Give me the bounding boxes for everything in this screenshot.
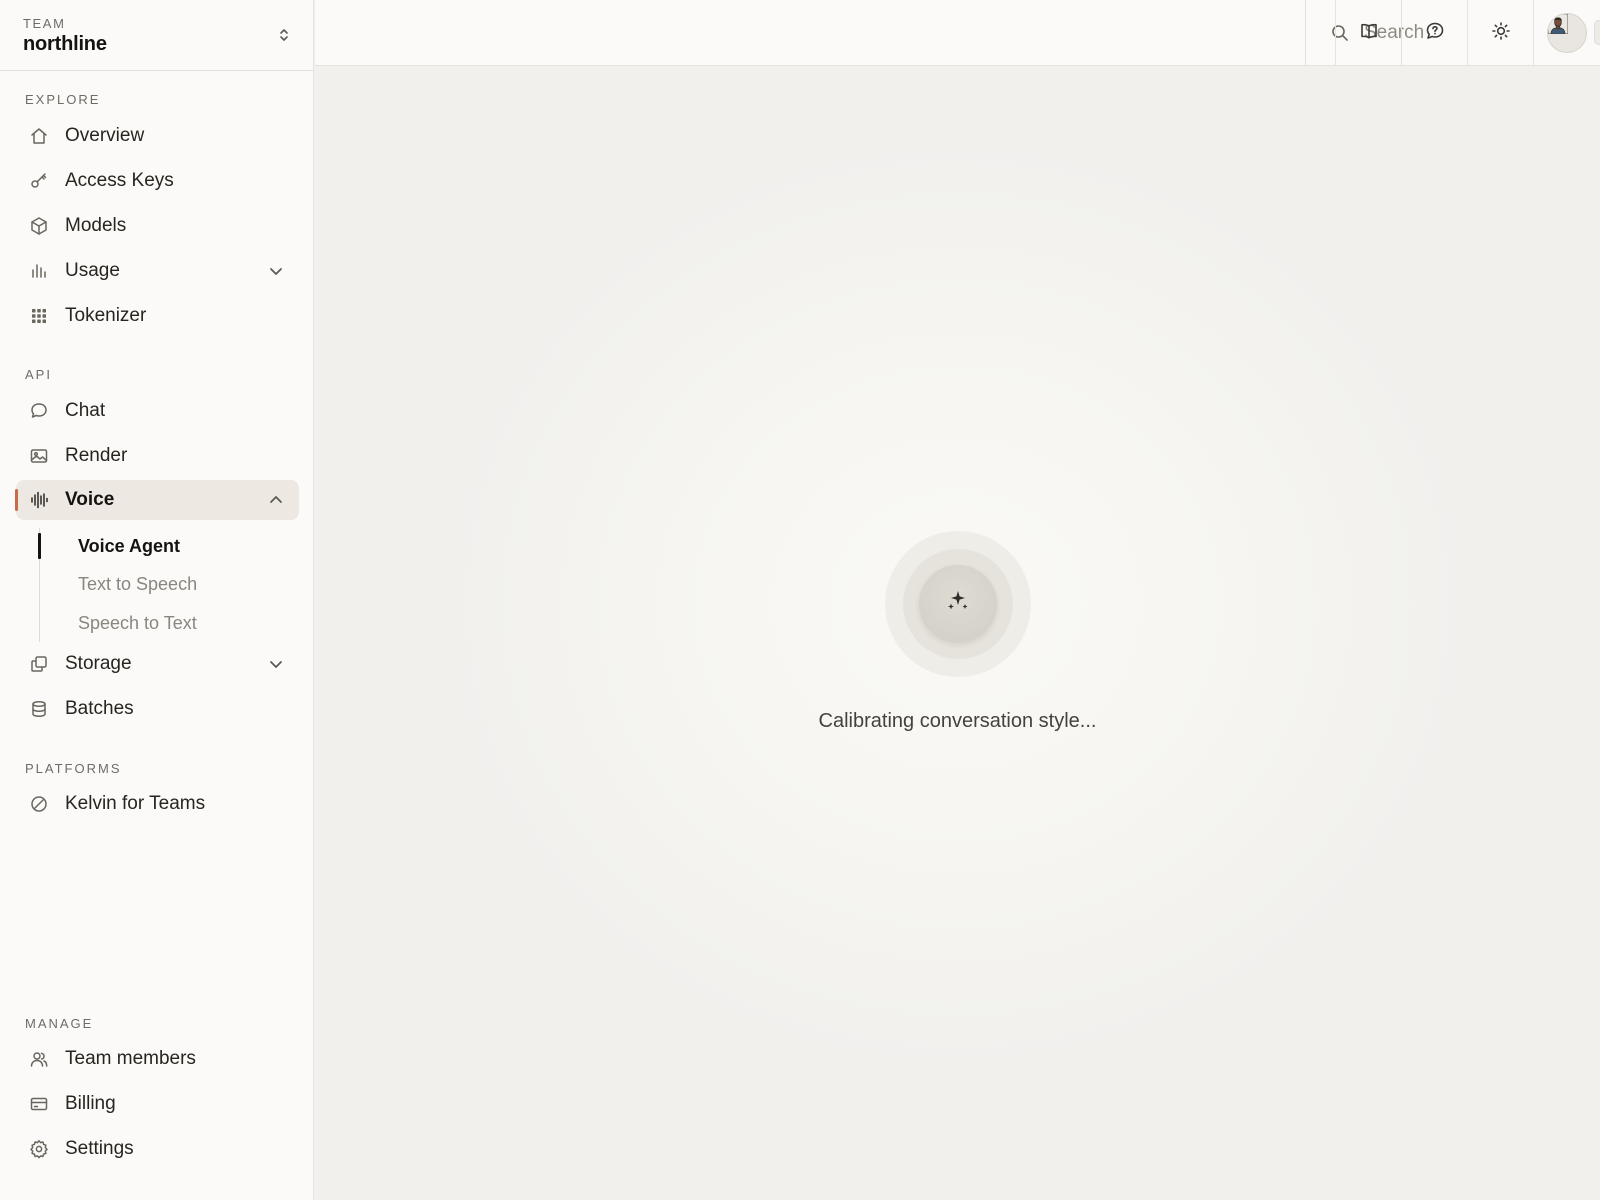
sidebar-item-render[interactable]: Render [16, 436, 299, 476]
book-icon [1359, 21, 1379, 46]
submenu-item-speech-to-text[interactable]: Speech to Text [78, 613, 197, 634]
sidebar-item-models[interactable]: Models [16, 206, 299, 246]
team-name: northline [23, 33, 107, 55]
main-content: Calibrating conversation style... [315, 66, 1600, 1200]
sidebar-item-label: Batches [65, 698, 134, 719]
sidebar-item-label: Usage [65, 260, 120, 281]
image-icon [29, 446, 49, 466]
chat-bubble-icon [29, 401, 49, 421]
help-button[interactable] [1401, 0, 1467, 66]
grid-icon [29, 306, 49, 326]
sidebar: TEAM northline EXPLORE Overview Access K… [0, 0, 314, 1200]
submenu-active-indicator [38, 533, 41, 559]
sun-icon [1491, 21, 1511, 46]
theme-toggle-button[interactable] [1467, 0, 1533, 66]
chevron-up-down-icon[interactable] [277, 26, 291, 44]
help-chat-icon [1425, 21, 1445, 46]
voice-orb-ring [903, 549, 1013, 659]
sidebar-item-chat[interactable]: Chat [16, 391, 299, 431]
sidebar-item-label: Kelvin for Teams [65, 793, 206, 814]
copy-stack-icon [29, 654, 49, 674]
sidebar-item-team-members[interactable]: Team members [16, 1039, 299, 1079]
chevron-down-icon[interactable] [267, 262, 285, 280]
sidebar-item-overview[interactable]: Overview [16, 116, 299, 156]
voice-orb-core [919, 565, 997, 643]
sidebar-item-label: Settings [65, 1138, 134, 1159]
sidebar-item-storage[interactable]: Storage [16, 644, 299, 684]
chevron-up-icon[interactable] [267, 491, 285, 509]
home-icon [29, 126, 49, 146]
database-icon [29, 699, 49, 719]
team-switcher[interactable]: TEAM northline [0, 0, 313, 71]
sidebar-item-tokenizer[interactable]: Tokenizer [16, 296, 299, 336]
topbar: ⌘K [315, 0, 1600, 66]
key-icon [29, 171, 49, 191]
credit-card-icon [29, 1094, 49, 1114]
section-manage: MANAGE [25, 1016, 94, 1031]
sidebar-item-label: Chat [65, 400, 106, 421]
team-label: TEAM [23, 16, 66, 31]
sidebar-item-label: Team members [65, 1048, 196, 1069]
avatar [1546, 13, 1587, 53]
waveform-icon [29, 490, 49, 510]
voice-orb [885, 531, 1031, 677]
docs-button[interactable] [1335, 0, 1401, 66]
sidebar-item-kelvin-for-teams[interactable]: Kelvin for Teams [16, 784, 299, 824]
sidebar-item-label: Storage [65, 653, 132, 674]
section-explore: EXPLORE [25, 92, 101, 107]
chevron-down-icon[interactable] [267, 655, 285, 673]
users-icon [29, 1049, 49, 1069]
sidebar-item-billing[interactable]: Billing [16, 1084, 299, 1124]
section-platforms: PLATFORMS [25, 761, 122, 776]
status-message: Calibrating conversation style... [818, 710, 1097, 732]
active-indicator [15, 489, 18, 511]
sidebar-item-settings[interactable]: Settings [16, 1129, 299, 1169]
sidebar-item-label: Billing [65, 1093, 116, 1114]
profile-button[interactable] [1533, 0, 1599, 66]
sidebar-item-voice[interactable]: Voice [16, 480, 299, 520]
bar-chart-icon [29, 261, 49, 281]
cube-icon [29, 216, 49, 236]
sidebar-item-usage[interactable]: Usage [16, 251, 299, 291]
sparkle-icon [943, 587, 973, 622]
sidebar-item-batches[interactable]: Batches [16, 689, 299, 729]
sidebar-item-access-keys[interactable]: Access Keys [16, 161, 299, 201]
sidebar-item-label: Render [65, 445, 128, 466]
submenu-item-text-to-speech[interactable]: Text to Speech [78, 574, 197, 595]
sidebar-item-label: Models [65, 215, 127, 236]
submenu-item-voice-agent[interactable]: Voice Agent [78, 536, 180, 557]
sidebar-item-label: Overview [65, 125, 145, 146]
sidebar-item-label: Access Keys [65, 170, 174, 191]
sidebar-item-label: Voice [65, 489, 115, 510]
sidebar-item-label: Tokenizer [65, 305, 147, 326]
gear-icon [29, 1139, 49, 1159]
slash-circle-icon [29, 794, 49, 814]
section-api: API [25, 367, 52, 382]
